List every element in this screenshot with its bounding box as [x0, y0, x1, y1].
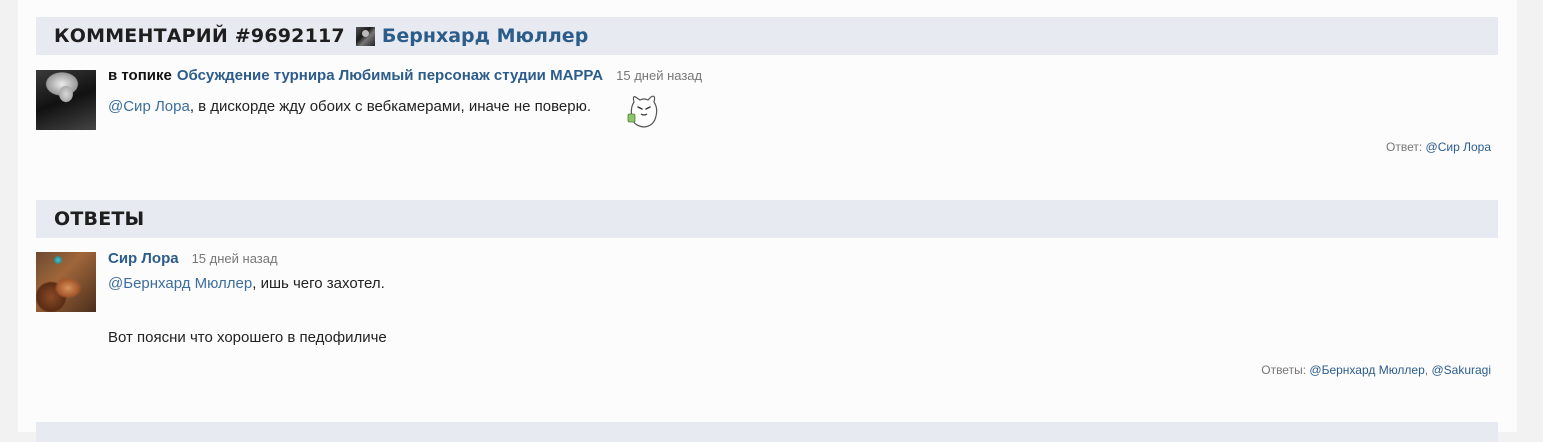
answer-time[interactable]: 15 дней назад	[192, 251, 278, 266]
answer-body-1: , ишь чего захотел.	[252, 275, 385, 292]
mention-link[interactable]: @Сир Лора	[108, 98, 190, 115]
comment-meta: в топике Обсуждение турнира Любимый перс…	[108, 67, 702, 84]
reply-user-link[interactable]: @Бернхард Мюллер	[1309, 363, 1424, 377]
comment-reply-line: Ответ: @Сир Лора	[1386, 140, 1491, 154]
comment-header-title: КОММЕНТАРИЙ #9692117	[54, 25, 345, 47]
answers-header: ОТВЕТЫ	[36, 200, 1498, 238]
comment-time[interactable]: 15 дней назад	[616, 68, 702, 83]
comment-body: , в дискорде жду обоих с вебкамерами, ин…	[189, 98, 592, 115]
avatar[interactable]	[36, 252, 96, 312]
reply-user-link[interactable]: @Сир Лора	[1426, 140, 1491, 154]
reply-label: Ответ:	[1386, 140, 1423, 154]
topic-link[interactable]: Обсуждение турнира Любимый персонаж студ…	[177, 67, 603, 84]
avatar[interactable]	[36, 70, 96, 130]
answer-reply-line: Ответы: @Бернхард Мюллер, @Sakuragi	[1261, 363, 1491, 377]
replies-label: Ответы:	[1261, 363, 1307, 377]
answer-text-line-1: @Бернхард Мюллер, ишь чего захотел.	[108, 275, 385, 292]
answer-meta: Сир Лора 15 дней назад	[108, 250, 278, 267]
answer-text-line-2: Вот поясни что хорошего в педофиличе	[108, 329, 387, 346]
comment-author-link[interactable]: Бернхард Мюллер	[382, 25, 588, 47]
next-section-header	[36, 422, 1498, 442]
comment-text: @Сир Лора, в дискорде жду обоих с вебкам…	[108, 98, 591, 115]
author-mini-avatar[interactable]	[355, 26, 375, 46]
topic-prefix: в топике	[108, 67, 172, 84]
reply-user-link[interactable]: @Sakuragi	[1431, 363, 1491, 377]
answers-header-title: ОТВЕТЫ	[54, 208, 145, 230]
mention-link[interactable]: @Бернхард Мюллер	[108, 275, 252, 292]
cat-emoji-icon	[627, 95, 658, 128]
answer-author-link[interactable]: Сир Лора	[108, 250, 179, 267]
comment-header: КОММЕНТАРИЙ #9692117 Бернхард Мюллер	[36, 17, 1498, 55]
